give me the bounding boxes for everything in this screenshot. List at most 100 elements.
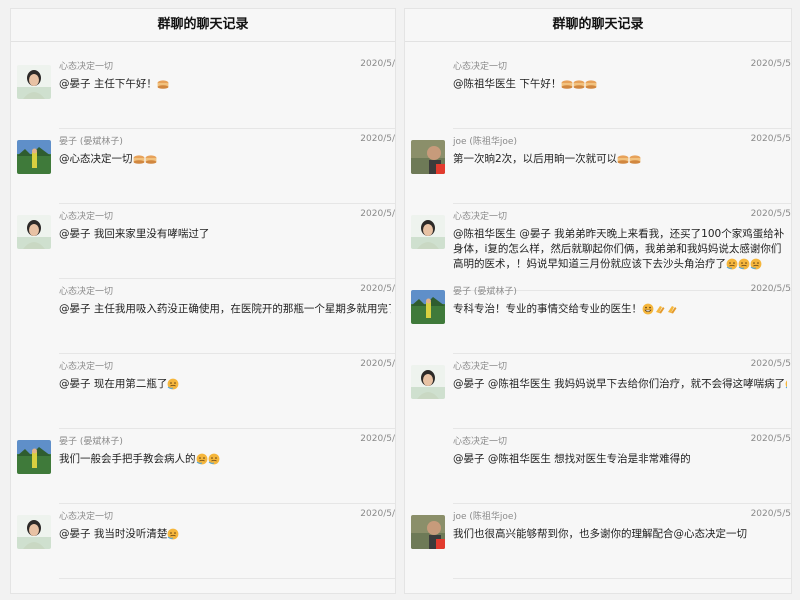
sender-name: joe (陈祖华joe): [453, 512, 517, 522]
avatar-doctor-icon[interactable]: [411, 140, 445, 174]
chat-message[interactable]: 心态决定一切 2020/5/ @晏子 主任下午好！: [11, 53, 395, 129]
face-emoji-icon: [167, 378, 179, 390]
message-text: @陈祖华医生 下午好！: [453, 78, 562, 90]
avatar-woman-icon[interactable]: [17, 65, 51, 99]
message-text-container: 我们也很高兴能够帮到你，也多谢你的理解配合@心态决定一切: [453, 527, 787, 542]
message-date: 2020/5/: [360, 509, 395, 519]
panel-title: 群聊的聊天记录: [11, 9, 395, 42]
chat-message[interactable]: joe (陈祖华joe) 2020/5/5 我们也很高兴能够帮到你，也多谢你的理解配…: [405, 503, 791, 579]
sender-name: 心态决定一切: [453, 362, 508, 372]
grin-emoji-icon: [642, 303, 654, 315]
avatar-woman-icon[interactable]: [17, 515, 51, 549]
cake-emoji-icon: [629, 153, 641, 165]
message-text: 我们也很高兴能够帮到你，也多谢你的理解配合@心态决定一切: [453, 528, 747, 540]
message-text: @晏子 我回来家里没有哮喘过了: [59, 228, 210, 240]
chat-message[interactable]: 心态决定一切 2020/5/5 @陈祖华医生 下午好！: [405, 53, 791, 129]
chat-message[interactable]: 晏子 (晏斌林子) 2020/5/5 专科专治！专业的事情交给专业的医生！: [405, 278, 791, 354]
message-divider: [59, 578, 395, 579]
avatar-man-landscape-icon[interactable]: [411, 290, 445, 324]
message-divider: [453, 578, 791, 579]
cake-emoji-icon: [585, 78, 597, 90]
message-text-container: @陈祖华医生 @晏子 我弟弟昨天晚上来看我，还买了100个家鸡蛋给补身体，i复的…: [453, 227, 787, 272]
face-emoji-icon: [738, 258, 750, 270]
chat-message[interactable]: 心态决定一切 2020/5/ @晏子 我回来家里没有哮喘过了: [11, 203, 395, 279]
sender-name: 晏子 (晏斌林子): [453, 287, 517, 297]
sender-name: 心态决定一切: [453, 437, 508, 447]
message-date: 2020/5/: [360, 134, 395, 144]
message-date: 2020/5/5: [750, 359, 791, 369]
message-text: @晏子 @陈祖华医生 想找对医生专治是非常难得的: [453, 453, 691, 465]
sender-name: 心态决定一切: [453, 212, 508, 222]
face-emoji-icon: [726, 258, 738, 270]
message-text: @心态决定一切: [59, 153, 133, 165]
face-emoji-icon: [750, 258, 762, 270]
message-text-container: 第一次晌2次，以后用晌一次就可以: [453, 152, 787, 167]
message-text-container: 我们一般会手把手教会病人的: [59, 452, 391, 467]
message-date: 2020/5/5: [750, 284, 791, 294]
screenshot-root: 群聊的聊天记录 心态决定一切 2020/5/ @晏子 主任下午好！ 晏子 (晏斌林子)…: [0, 0, 800, 600]
sender-name: 心态决定一切: [59, 212, 114, 222]
message-date: 2020/5/5: [750, 209, 791, 219]
chat-message[interactable]: 心态决定一切 2020/5/5 @晏子 @陈祖华医生 想找对医生专治是非常难得的: [405, 428, 791, 504]
chat-message[interactable]: joe (陈祖华joe) 2020/5/5 第一次晌2次，以后用晌一次就可以: [405, 128, 791, 204]
message-text: @晏子 现在用第二瓶了: [59, 378, 168, 390]
avatar-man-landscape-icon[interactable]: [17, 140, 51, 174]
chat-message[interactable]: 晏子 (晏斌林子) 2020/5/我们一般会手把手教会病人的: [11, 428, 395, 504]
message-text: 我们一般会手把手教会病人的: [59, 453, 196, 465]
avatar-woman-icon[interactable]: [411, 365, 445, 399]
message-text: @晏子 @陈祖华医生 我妈妈说早下去给你们治疗，就不会得这哮喘病了: [453, 378, 786, 390]
cake-emoji-icon: [617, 153, 629, 165]
chat-message[interactable]: 晏子 (晏斌林子) 2020/5/ @心态决定一切: [11, 128, 395, 204]
sender-name: 心态决定一切: [59, 287, 114, 297]
chat-message[interactable]: 心态决定一切 2020/5/ @晏子 主任我用吸入药没正确使用，在医院开的那瓶一个星…: [11, 278, 395, 354]
cake-emoji-icon: [133, 153, 145, 165]
sender-name: 心态决定一切: [453, 62, 508, 72]
message-text-container: @晏子 我回来家里没有哮喘过了: [59, 227, 391, 242]
sender-name: 心态决定一切: [59, 362, 114, 372]
face-emoji-icon: [785, 378, 787, 390]
face-emoji-icon: [196, 453, 208, 465]
message-text-container: @晏子 我当时没听清楚: [59, 527, 391, 542]
message-text: @晏子 主任我用吸入药没正确使用，在医院开的那瓶一个星期多就用完了: [59, 303, 391, 315]
message-text-container: @晏子 @陈祖华医生 我妈妈说早下去给你们治疗，就不会得这哮喘病了: [453, 377, 787, 392]
message-date: 2020/5/5: [750, 509, 791, 519]
message-date: 2020/5/: [360, 434, 395, 444]
sender-name: 晏子 (晏斌林子): [59, 137, 123, 147]
message-text-container: @心态决定一切: [59, 152, 391, 167]
chat-message[interactable]: 心态决定一切 2020/5/ @晏子 现在用第二瓶了: [11, 353, 395, 429]
chat-message[interactable]: 心态决定一切 2020/5/5 @晏子 @陈祖华医生 我妈妈说早下去给你们治疗，就不…: [405, 353, 791, 429]
panel-title: 群聊的聊天记录: [405, 9, 791, 42]
message-text-container: @晏子 现在用第二瓶了: [59, 377, 391, 392]
chat-message[interactable]: 心态决定一切 2020/5/ @晏子 我当时没听清楚: [11, 503, 395, 579]
message-text: 第一次晌2次，以后用晌一次就可以: [453, 153, 618, 165]
face-emoji-icon: [208, 453, 220, 465]
avatar-woman-icon[interactable]: [17, 215, 51, 249]
sender-name: 心态决定一切: [59, 62, 114, 72]
message-date: 2020/5/: [360, 59, 395, 69]
clap-emoji-icon: [666, 303, 678, 315]
message-text-container: @晏子 主任下午好！: [59, 77, 391, 92]
cake-emoji-icon: [145, 153, 157, 165]
message-text: 专科专治！专业的事情交给专业的医生！: [453, 303, 642, 315]
message-date: 2020/5/5: [750, 134, 791, 144]
sender-name: 晏子 (晏斌林子): [59, 437, 123, 447]
avatar-man-landscape-icon[interactable]: [17, 440, 51, 474]
cake-emoji-icon: [561, 78, 573, 90]
message-text-container: @晏子 主任我用吸入药没正确使用，在医院开的那瓶一个星期多就用完了: [59, 302, 391, 317]
chat-record-panel-left[interactable]: 群聊的聊天记录 心态决定一切 2020/5/ @晏子 主任下午好！ 晏子 (晏斌林子)…: [10, 8, 396, 594]
cake-emoji-icon: [573, 78, 585, 90]
avatar-doctor-icon[interactable]: [411, 515, 445, 549]
message-text-container: 专科专治！专业的事情交给专业的医生！: [453, 302, 787, 317]
message-date: 2020/5/5: [750, 434, 791, 444]
message-date: 2020/5/: [360, 284, 395, 294]
message-date: 2020/5/: [360, 359, 395, 369]
message-text-container: @晏子 @陈祖华医生 想找对医生专治是非常难得的: [453, 452, 787, 467]
clap-emoji-icon: [654, 303, 666, 315]
message-date: 2020/5/5: [750, 59, 791, 69]
message-text: @晏子 主任下午好！: [59, 78, 157, 90]
chat-record-panel-right[interactable]: 群聊的聊天记录 心态决定一切 2020/5/5 @陈祖华医生 下午好！ joe (陈祖…: [404, 8, 792, 594]
sender-name: joe (陈祖华joe): [453, 137, 517, 147]
message-text-container: @陈祖华医生 下午好！: [453, 77, 787, 92]
avatar-woman-icon[interactable]: [411, 215, 445, 249]
cake-emoji-icon: [157, 78, 169, 90]
